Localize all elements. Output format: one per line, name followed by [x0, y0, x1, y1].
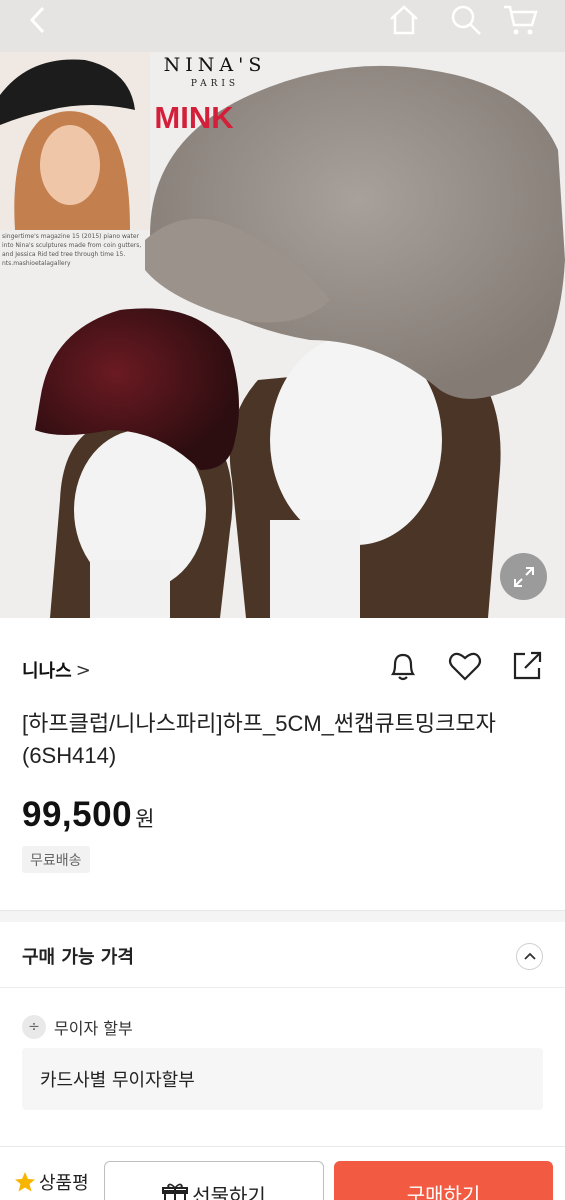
gift-label: 선물하기 [192, 1184, 266, 1200]
bell-icon [390, 653, 416, 681]
installment-label: 무이자 할부 [54, 1019, 133, 1038]
section-divider [0, 910, 565, 922]
product-actions [385, 648, 545, 684]
review-button[interactable]: 상품평 [14, 1169, 89, 1195]
share-button[interactable] [509, 648, 545, 684]
heart-icon [448, 652, 482, 681]
brand-mink-label: MINK [154, 100, 234, 135]
search-icon [451, 5, 481, 35]
shipping-badge: 무료배송 [22, 846, 90, 873]
buy-label: 구매하기 [406, 1183, 481, 1200]
wishlist-button[interactable] [447, 648, 483, 684]
brand-subtitle: PARIS [190, 79, 240, 89]
product-title: [하프클럽/니나스파리]하프_5CM_썬캡큐트밍크모자(6SH414) [22, 711, 496, 768]
seller-link[interactable]: 니나스 > [22, 656, 91, 684]
inset-caption: singertime's magazine 15 (2015) piano wa… [2, 233, 142, 267]
bottom-action-bar: 상품평 선물하기 구매하기 [0, 1146, 565, 1200]
back-arrow-icon [29, 6, 45, 34]
gift-icon [162, 1183, 189, 1200]
star-icon [15, 1172, 35, 1192]
notify-button[interactable] [385, 648, 421, 684]
product-photo [0, 52, 565, 618]
search-button[interactable] [446, 0, 486, 40]
cart-button[interactable] [500, 0, 540, 40]
divider [0, 987, 565, 988]
section-title: 구매 가능 가격 [22, 947, 134, 968]
buy-button[interactable]: 구매하기 [334, 1161, 553, 1200]
expand-icon [513, 566, 534, 587]
purchase-price-header[interactable]: 구매 가능 가격 [22, 940, 543, 972]
seller-name: 니나스 [22, 661, 72, 682]
seller-chevron: > [75, 659, 91, 681]
price: 99,500 원 [22, 795, 154, 835]
divide-icon: ÷ [22, 1015, 46, 1039]
collapse-button[interactable] [516, 942, 543, 970]
home-icon [390, 5, 418, 35]
price-unit: 원 [135, 807, 155, 831]
review-label: 상품평 [39, 1173, 89, 1194]
back-button[interactable] [18, 0, 58, 40]
price-value: 99,500 [22, 795, 133, 834]
gift-button[interactable]: 선물하기 [104, 1161, 324, 1200]
top-navigation-bar [0, 0, 565, 52]
chevron-up-icon [523, 952, 536, 960]
share-icon [513, 651, 542, 680]
brand-logo: NINA'S [163, 54, 267, 76]
cart-icon [504, 5, 538, 35]
home-button[interactable] [384, 0, 424, 40]
card-installment-box[interactable]: 카드사별 무이자할부 [22, 1048, 543, 1110]
expand-image-button[interactable] [500, 553, 547, 600]
installment-info: ÷ 무이자 할부 [22, 1014, 133, 1040]
product-image[interactable]: NINA'S PARIS MINK singertime's magazine … [0, 0, 565, 618]
